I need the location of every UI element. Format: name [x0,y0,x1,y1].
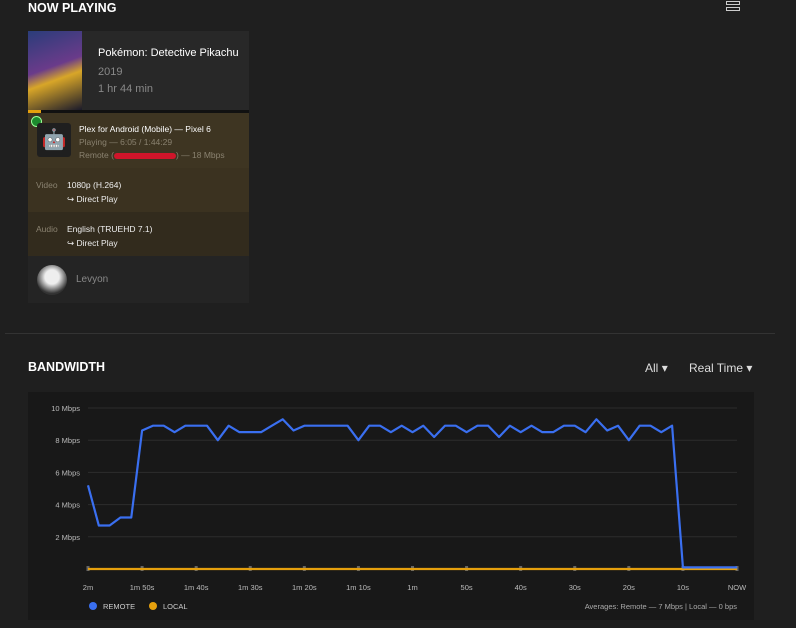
now-playing-heading: NOW PLAYING [28,1,117,15]
x-tick-label: 50s [461,583,473,592]
y-tick-label: 4 Mbps [55,501,80,510]
y-tick-label: 6 Mbps [55,468,80,477]
legend-label: LOCAL [163,602,188,611]
x-tick-label: 2m [83,583,93,592]
range-dropdown[interactable]: Real Time ▾ [689,361,752,375]
y-tick-label: 2 Mbps [55,533,80,542]
remote-prefix: Remote ( [79,150,114,160]
remote-suffix: ) — 18 Mbps [175,150,225,160]
bandwidth-chart: 2 Mbps 4 Mbps 6 Mbps 8 Mbps 10 Mbps 2m 1m 50s 1… [28,392,754,620]
range-value: Real Time [689,361,744,375]
y-tick-label: 8 Mbps [55,436,80,445]
session-card[interactable]: Pokémon: Detective Pikachu 2019 1 hr 44 … [28,31,249,303]
x-tick-label: 1m 50s [130,583,155,592]
x-tick-label: 1m 10s [346,583,371,592]
audio-value: English (TRUEHD 7.1) [67,224,153,234]
video-mode: ↪ Direct Play [67,194,118,204]
player-name: Plex for Android (Mobile) — Pixel 6 [79,124,211,134]
chart-svg: 2 Mbps 4 Mbps 6 Mbps 8 Mbps 10 Mbps 2m 1m 50s 1… [51,404,747,611]
x-tick-label: 10s [677,583,689,592]
chevron-down-icon: ▾ [661,361,668,375]
session-details: 🤖 Plex for Android (Mobile) — Pixel 6 Pl… [28,113,249,256]
filter-dropdown[interactable]: All ▾ [645,361,668,375]
section-divider [5,333,775,334]
audio-label: Audio [36,224,58,234]
legend-label: REMOTE [103,602,135,611]
movie-poster[interactable] [28,31,82,110]
series-line-remote [86,418,737,569]
x-tick-label: 1m 20s [292,583,317,592]
video-value: 1080p (H.264) [67,180,122,190]
user-name[interactable]: Levyon [76,274,108,285]
movie-duration: 1 hr 44 min [98,83,154,95]
redacted-ip [113,152,176,159]
list-view-icon[interactable] [726,1,740,15]
android-icon: 🤖 [37,123,71,157]
x-tick-label: 1m [407,583,417,592]
playback-state: Playing — 6:05 / 1:44:29 [79,137,173,147]
filter-value: All [645,361,659,375]
connection-info: Remote ( ) — 18 Mbps [79,150,225,160]
y-tick-label: 10 Mbps [51,404,80,413]
video-label: Video [36,180,58,190]
averages-text: Averages: Remote — 7 Mbps | Local — 0 bp… [585,602,738,611]
movie-year: 2019 [98,66,123,78]
x-tick-label: 40s [515,583,527,592]
bandwidth-heading: BANDWIDTH [28,360,106,374]
legend-dot-local [149,602,157,610]
x-tick-label: 30s [569,583,581,592]
x-tick-label: 20s [623,583,635,592]
x-tick-label: NOW [728,583,747,592]
x-tick-label: 1m 30s [238,583,263,592]
audio-mode: ↪ Direct Play [67,238,118,248]
user-avatar [37,265,67,295]
legend-dot-remote [89,602,97,610]
user-row[interactable]: Levyon [28,256,249,303]
chevron-down-icon: ▾ [746,361,753,375]
x-tick-label: 1m 40s [184,583,209,592]
movie-title[interactable]: Pokémon: Detective Pikachu [98,47,239,59]
